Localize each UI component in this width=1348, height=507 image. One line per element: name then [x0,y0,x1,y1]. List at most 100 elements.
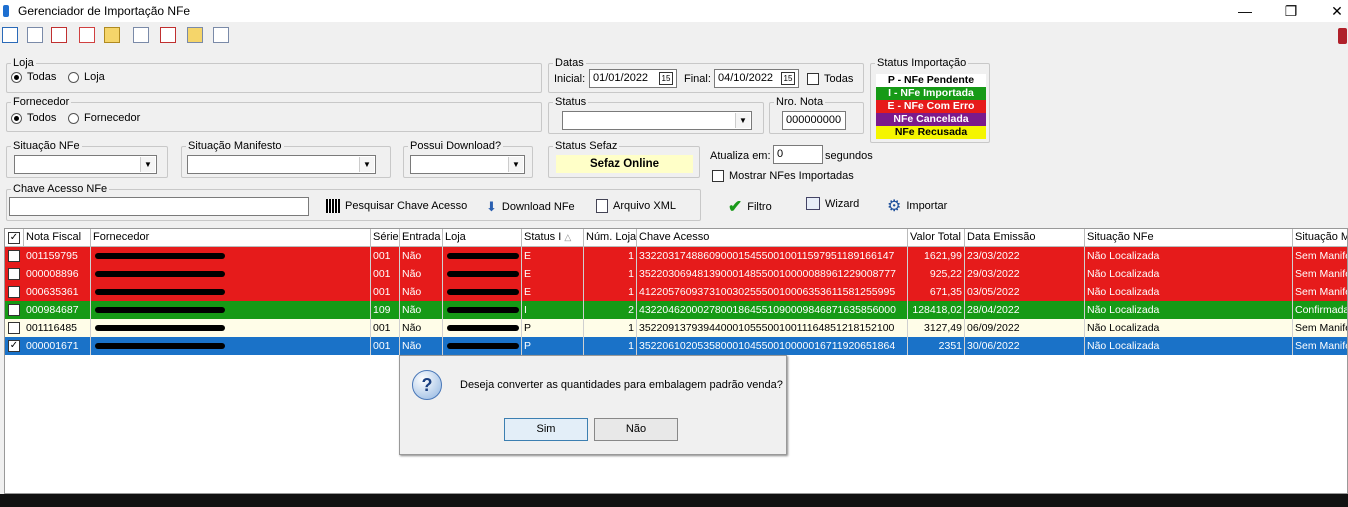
header-num-loja[interactable]: Núm. Loja [584,229,637,247]
title-bar: Gerenciador de Importação NFe — ❐ ✕ [0,0,1348,22]
download-nfe-button[interactable]: ⬇ Download NFe [486,199,575,215]
chevron-down-icon[interactable]: ▼ [140,157,155,172]
new-document-icon[interactable] [27,27,43,43]
fornecedor-todos-label[interactable]: Todos [27,112,56,124]
status-select[interactable]: ▼ [562,111,752,130]
loja-todas-label[interactable]: Todas [27,71,56,83]
arquivo-xml-button[interactable]: Arquivo XML [596,199,676,213]
search-document-icon[interactable] [213,27,229,43]
document-delete-icon[interactable] [79,27,95,43]
header-fornecedor[interactable]: Fornecedor [91,229,371,247]
mostrar-importadas-label[interactable]: Mostrar NFes Importadas [729,170,854,182]
header-status[interactable]: Status I △ [522,229,584,247]
sort-arrow-icon: △ [564,232,572,242]
row-checkbox[interactable] [8,304,20,316]
preview-icon[interactable] [133,27,149,43]
table-row[interactable]: ✓ 000001671 001 Não P 1 3522061020535800010455… [5,337,1347,355]
header-entrada[interactable]: Entrada [400,229,443,247]
header-nota-fiscal[interactable]: Nota Fiscal [24,229,91,247]
fornecedor-fornecedor-label[interactable]: Fornecedor [84,112,140,124]
fornecedor-fornecedor-radio[interactable] [68,113,79,124]
datas-todas-checkbox[interactable] [807,73,819,85]
header-valor-total[interactable]: Valor Total [908,229,965,247]
redaction-mark [447,253,519,259]
chave-acesso-cell: 4122057609373100302555001000635361158125… [637,283,908,301]
dialog-no-button[interactable]: Não [594,418,678,441]
situacao-manifesto-select[interactable]: ▼ [187,155,376,174]
importar-button[interactable]: ⚙ Importar [887,196,947,216]
document-remove-icon[interactable] [160,27,176,43]
header-situacao-manifesto[interactable]: Situação M [1293,229,1347,247]
dialog-message: Deseja converter as quantidades para emb… [460,379,783,391]
filtro-button[interactable]: ✔ Filtro [728,197,772,217]
row-checkbox[interactable]: ✓ [8,340,20,352]
chave-acesso-input[interactable] [9,197,309,216]
loja-todas-radio[interactable] [11,72,22,83]
minimize-button[interactable]: — [1222,0,1268,22]
loja-cell [443,337,522,355]
select-all-header[interactable]: ✓ [5,229,24,247]
header-chave-acesso[interactable]: Chave Acesso [637,229,908,247]
redaction-mark [447,343,519,349]
status-cell: E [522,283,584,301]
num-loja-cell: 1 [584,265,637,283]
edit-document-icon[interactable] [187,27,203,43]
loja-loja-label[interactable]: Loja [84,71,105,83]
redaction-mark [95,307,225,313]
header-serie[interactable]: Série [371,229,400,247]
situacao-manifesto-cell: Sem Manife [1293,283,1347,301]
row-checkbox[interactable] [8,322,20,334]
header-data-emissao[interactable]: Data Emissão [965,229,1085,247]
fornecedor-legend: Fornecedor [13,96,70,108]
data-emissao-cell: 29/03/2022 [965,265,1085,283]
calendar-icon[interactable]: 15 [781,72,795,85]
fornecedor-cell [91,319,371,337]
row-checkbox[interactable] [8,268,20,280]
table-row[interactable]: 000984687 109 Não I 2 43220462000278001864551… [5,301,1347,319]
close-button[interactable]: ✕ [1314,0,1348,22]
dialog-yes-button[interactable]: Sim [504,418,588,441]
row-checkbox[interactable] [8,286,20,298]
status-legend-item: P - NFe Pendente [876,74,986,87]
wizard-button[interactable]: Wizard [806,197,859,210]
importar-label: Importar [906,200,948,212]
nota-fiscal-cell: 000984687 [24,301,91,319]
entrada-cell: Não [400,319,443,337]
nro-nota-field[interactable]: 000000000 [782,111,846,130]
table-row[interactable]: 001159795 001 Não E 1 33220317488609000154550… [5,247,1347,265]
valor-total-cell: 671,35 [908,283,965,301]
nota-fiscal-cell: 000635361 [24,283,91,301]
num-loja-cell: 1 [584,283,637,301]
situacao-manifesto-cell: Sem Manife [1293,265,1347,283]
document-alert-icon[interactable] [51,27,67,43]
chevron-down-icon[interactable]: ▼ [359,157,374,172]
check-list-icon[interactable] [2,27,18,43]
fornecedor-todos-radio[interactable] [11,113,22,124]
redaction-mark [447,271,519,277]
row-checkbox[interactable] [8,250,20,262]
atualiza-field[interactable]: 0 [773,145,823,164]
status-legend-item: I - NFe Importada [876,87,986,100]
chevron-down-icon[interactable]: ▼ [508,157,523,172]
header-situacao-nfe[interactable]: Situação NFe [1085,229,1293,247]
folder-icon[interactable] [104,27,120,43]
num-loja-cell: 1 [584,337,637,355]
header-loja[interactable]: Loja [443,229,522,247]
table-row[interactable]: 000635361 001 Não E 1 41220576093731003025550… [5,283,1347,301]
mostrar-importadas-checkbox[interactable] [712,170,724,182]
chevron-down-icon[interactable]: ▼ [735,113,750,128]
loja-loja-radio[interactable] [68,72,79,83]
table-row[interactable]: 001116485 001 Não P 1 35220913793944000105550… [5,319,1347,337]
table-row[interactable]: 000008896 001 Não E 1 35220306948139000148550… [5,265,1347,283]
situacao-nfe-select[interactable]: ▼ [14,155,157,174]
select-all-checkbox[interactable]: ✓ [8,232,20,244]
possui-download-select[interactable]: ▼ [410,155,525,174]
valor-total-cell: 1621,99 [908,247,965,265]
datas-todas-label[interactable]: Todas [824,73,853,85]
maximize-button[interactable]: ❐ [1268,0,1314,22]
confirm-dialog: ? Deseja converter as quantidades para e… [399,355,787,455]
settings-icon[interactable] [1338,28,1347,44]
calendar-icon[interactable]: 15 [659,72,673,85]
situacao-nfe-cell: Não Localizada [1085,337,1293,355]
pesquisar-chave-button[interactable]: Pesquisar Chave Acesso [326,199,467,213]
